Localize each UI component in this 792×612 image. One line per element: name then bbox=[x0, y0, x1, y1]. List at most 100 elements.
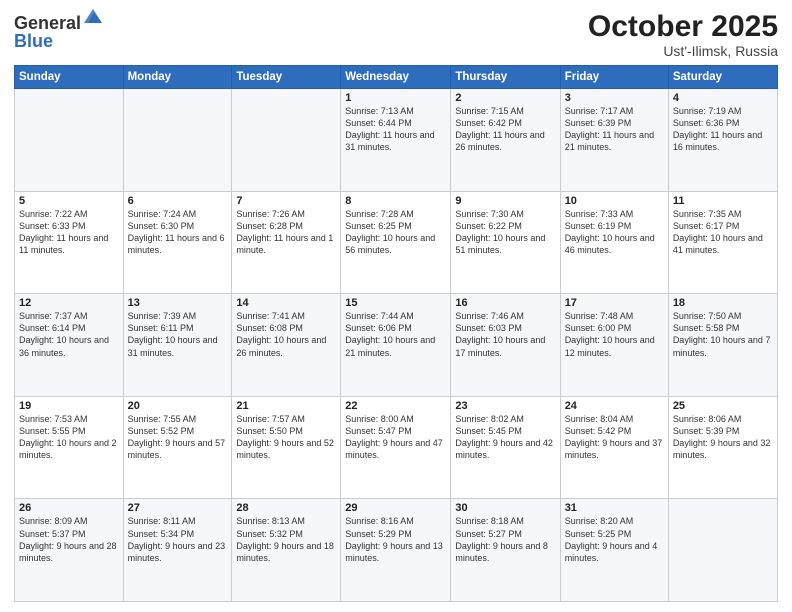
day-number: 22 bbox=[345, 400, 446, 412]
calendar-day-cell: 27Sunrise: 8:11 AMSunset: 5:34 PMDayligh… bbox=[123, 499, 232, 602]
day-of-week-header: Friday bbox=[560, 66, 668, 89]
day-number: 17 bbox=[565, 297, 664, 309]
calendar-day-cell: 14Sunrise: 7:41 AMSunset: 6:08 PMDayligh… bbox=[232, 294, 341, 397]
day-info: Sunrise: 7:26 AMSunset: 6:28 PMDaylight:… bbox=[236, 208, 336, 257]
day-number: 28 bbox=[236, 502, 336, 514]
day-info: Sunrise: 7:28 AMSunset: 6:25 PMDaylight:… bbox=[345, 208, 446, 257]
day-info: Sunrise: 8:18 AMSunset: 5:27 PMDaylight:… bbox=[455, 515, 555, 564]
day-number: 11 bbox=[673, 195, 773, 207]
calendar-day-cell: 3Sunrise: 7:17 AMSunset: 6:39 PMDaylight… bbox=[560, 89, 668, 192]
day-info: Sunrise: 7:13 AMSunset: 6:44 PMDaylight:… bbox=[345, 105, 446, 154]
calendar-day-cell: 26Sunrise: 8:09 AMSunset: 5:37 PMDayligh… bbox=[15, 499, 124, 602]
day-info: Sunrise: 7:48 AMSunset: 6:00 PMDaylight:… bbox=[565, 310, 664, 359]
day-number: 9 bbox=[455, 195, 555, 207]
calendar-day-cell: 17Sunrise: 7:48 AMSunset: 6:00 PMDayligh… bbox=[560, 294, 668, 397]
day-info: Sunrise: 7:24 AMSunset: 6:30 PMDaylight:… bbox=[128, 208, 228, 257]
title-block: October 2025 Ust'-Ilimsk, Russia bbox=[588, 10, 778, 59]
calendar-day-cell: 30Sunrise: 8:18 AMSunset: 5:27 PMDayligh… bbox=[451, 499, 560, 602]
day-number: 30 bbox=[455, 502, 555, 514]
logo: General Blue bbox=[14, 14, 102, 52]
day-number: 15 bbox=[345, 297, 446, 309]
calendar-header-row: SundayMondayTuesdayWednesdayThursdayFrid… bbox=[15, 66, 778, 89]
day-info: Sunrise: 7:37 AMSunset: 6:14 PMDaylight:… bbox=[19, 310, 119, 359]
calendar-day-cell bbox=[15, 89, 124, 192]
calendar-day-cell: 9Sunrise: 7:30 AMSunset: 6:22 PMDaylight… bbox=[451, 191, 560, 294]
calendar-week-row: 1Sunrise: 7:13 AMSunset: 6:44 PMDaylight… bbox=[15, 89, 778, 192]
calendar-day-cell bbox=[668, 499, 777, 602]
day-number: 25 bbox=[673, 400, 773, 412]
day-number: 29 bbox=[345, 502, 446, 514]
day-number: 14 bbox=[236, 297, 336, 309]
calendar-day-cell: 23Sunrise: 8:02 AMSunset: 5:45 PMDayligh… bbox=[451, 396, 560, 499]
day-info: Sunrise: 7:35 AMSunset: 6:17 PMDaylight:… bbox=[673, 208, 773, 257]
calendar-day-cell: 20Sunrise: 7:55 AMSunset: 5:52 PMDayligh… bbox=[123, 396, 232, 499]
day-info: Sunrise: 7:57 AMSunset: 5:50 PMDaylight:… bbox=[236, 413, 336, 462]
calendar-day-cell: 15Sunrise: 7:44 AMSunset: 6:06 PMDayligh… bbox=[341, 294, 451, 397]
calendar-day-cell: 11Sunrise: 7:35 AMSunset: 6:17 PMDayligh… bbox=[668, 191, 777, 294]
day-number: 19 bbox=[19, 400, 119, 412]
day-info: Sunrise: 8:11 AMSunset: 5:34 PMDaylight:… bbox=[128, 515, 228, 564]
day-number: 31 bbox=[565, 502, 664, 514]
day-number: 26 bbox=[19, 502, 119, 514]
calendar-week-row: 12Sunrise: 7:37 AMSunset: 6:14 PMDayligh… bbox=[15, 294, 778, 397]
header: General Blue October 2025 Ust'-Ilimsk, R… bbox=[14, 10, 778, 59]
calendar-week-row: 26Sunrise: 8:09 AMSunset: 5:37 PMDayligh… bbox=[15, 499, 778, 602]
day-number: 5 bbox=[19, 195, 119, 207]
day-number: 18 bbox=[673, 297, 773, 309]
day-number: 20 bbox=[128, 400, 228, 412]
calendar-day-cell: 2Sunrise: 7:15 AMSunset: 6:42 PMDaylight… bbox=[451, 89, 560, 192]
calendar-title: October 2025 bbox=[588, 10, 778, 43]
calendar-day-cell: 31Sunrise: 8:20 AMSunset: 5:25 PMDayligh… bbox=[560, 499, 668, 602]
logo-general-text: General bbox=[14, 14, 81, 32]
calendar-day-cell: 16Sunrise: 7:46 AMSunset: 6:03 PMDayligh… bbox=[451, 294, 560, 397]
day-of-week-header: Monday bbox=[123, 66, 232, 89]
calendar-day-cell: 18Sunrise: 7:50 AMSunset: 5:58 PMDayligh… bbox=[668, 294, 777, 397]
day-info: Sunrise: 7:33 AMSunset: 6:19 PMDaylight:… bbox=[565, 208, 664, 257]
page: General Blue October 2025 Ust'-Ilimsk, R… bbox=[0, 0, 792, 612]
day-number: 1 bbox=[345, 92, 446, 104]
day-number: 3 bbox=[565, 92, 664, 104]
logo-icon bbox=[84, 9, 102, 30]
calendar-day-cell: 12Sunrise: 7:37 AMSunset: 6:14 PMDayligh… bbox=[15, 294, 124, 397]
day-info: Sunrise: 7:30 AMSunset: 6:22 PMDaylight:… bbox=[455, 208, 555, 257]
day-number: 4 bbox=[673, 92, 773, 104]
calendar-day-cell bbox=[232, 89, 341, 192]
calendar-day-cell bbox=[123, 89, 232, 192]
day-info: Sunrise: 7:22 AMSunset: 6:33 PMDaylight:… bbox=[19, 208, 119, 257]
day-info: Sunrise: 8:06 AMSunset: 5:39 PMDaylight:… bbox=[673, 413, 773, 462]
day-info: Sunrise: 7:41 AMSunset: 6:08 PMDaylight:… bbox=[236, 310, 336, 359]
logo-blue-text: Blue bbox=[14, 31, 53, 51]
day-info: Sunrise: 7:15 AMSunset: 6:42 PMDaylight:… bbox=[455, 105, 555, 154]
day-number: 2 bbox=[455, 92, 555, 104]
day-number: 10 bbox=[565, 195, 664, 207]
day-info: Sunrise: 7:55 AMSunset: 5:52 PMDaylight:… bbox=[128, 413, 228, 462]
calendar-day-cell: 13Sunrise: 7:39 AMSunset: 6:11 PMDayligh… bbox=[123, 294, 232, 397]
day-info: Sunrise: 7:17 AMSunset: 6:39 PMDaylight:… bbox=[565, 105, 664, 154]
day-of-week-header: Wednesday bbox=[341, 66, 451, 89]
calendar-day-cell: 6Sunrise: 7:24 AMSunset: 6:30 PMDaylight… bbox=[123, 191, 232, 294]
calendar-day-cell: 28Sunrise: 8:13 AMSunset: 5:32 PMDayligh… bbox=[232, 499, 341, 602]
day-number: 27 bbox=[128, 502, 228, 514]
day-info: Sunrise: 8:13 AMSunset: 5:32 PMDaylight:… bbox=[236, 515, 336, 564]
day-info: Sunrise: 7:39 AMSunset: 6:11 PMDaylight:… bbox=[128, 310, 228, 359]
calendar-week-row: 5Sunrise: 7:22 AMSunset: 6:33 PMDaylight… bbox=[15, 191, 778, 294]
day-info: Sunrise: 7:53 AMSunset: 5:55 PMDaylight:… bbox=[19, 413, 119, 462]
day-info: Sunrise: 8:16 AMSunset: 5:29 PMDaylight:… bbox=[345, 515, 446, 564]
calendar-week-row: 19Sunrise: 7:53 AMSunset: 5:55 PMDayligh… bbox=[15, 396, 778, 499]
day-number: 16 bbox=[455, 297, 555, 309]
calendar-day-cell: 7Sunrise: 7:26 AMSunset: 6:28 PMDaylight… bbox=[232, 191, 341, 294]
calendar-day-cell: 24Sunrise: 8:04 AMSunset: 5:42 PMDayligh… bbox=[560, 396, 668, 499]
calendar-table: SundayMondayTuesdayWednesdayThursdayFrid… bbox=[14, 65, 778, 602]
day-of-week-header: Sunday bbox=[15, 66, 124, 89]
day-number: 8 bbox=[345, 195, 446, 207]
day-of-week-header: Saturday bbox=[668, 66, 777, 89]
calendar-day-cell: 29Sunrise: 8:16 AMSunset: 5:29 PMDayligh… bbox=[341, 499, 451, 602]
day-info: Sunrise: 8:20 AMSunset: 5:25 PMDaylight:… bbox=[565, 515, 664, 564]
calendar-day-cell: 22Sunrise: 8:00 AMSunset: 5:47 PMDayligh… bbox=[341, 396, 451, 499]
day-info: Sunrise: 7:46 AMSunset: 6:03 PMDaylight:… bbox=[455, 310, 555, 359]
day-info: Sunrise: 8:00 AMSunset: 5:47 PMDaylight:… bbox=[345, 413, 446, 462]
day-number: 6 bbox=[128, 195, 228, 207]
day-info: Sunrise: 7:19 AMSunset: 6:36 PMDaylight:… bbox=[673, 105, 773, 154]
day-info: Sunrise: 8:04 AMSunset: 5:42 PMDaylight:… bbox=[565, 413, 664, 462]
day-number: 23 bbox=[455, 400, 555, 412]
